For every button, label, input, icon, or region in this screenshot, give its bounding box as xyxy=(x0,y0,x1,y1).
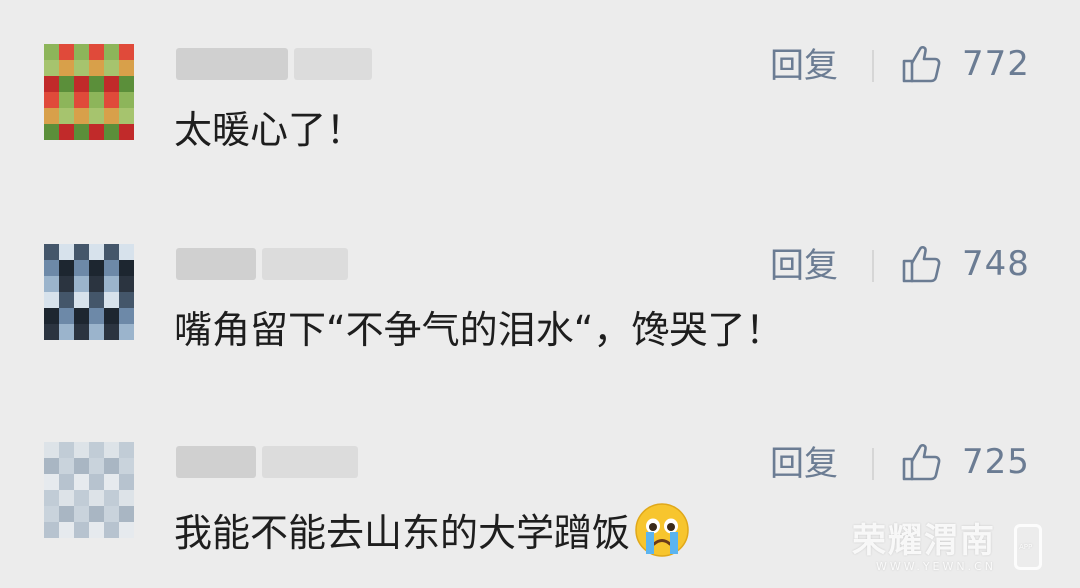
watermark-logo: 荣耀渭南 WWW.YEWN.CN APP xyxy=(852,522,1042,574)
reply-button[interactable]: 回复 xyxy=(770,442,838,486)
watermark-url: WWW.YEWN.CN xyxy=(875,560,996,573)
reply-button[interactable]: 回复 xyxy=(770,244,838,288)
thumbs-up-icon xyxy=(902,245,941,283)
watermark-badge: APP xyxy=(1019,543,1033,551)
comment-text-content: 我能不能去山东的大学蹭饭 xyxy=(174,511,631,555)
thumbs-up-icon xyxy=(902,443,941,481)
like-count: 772 xyxy=(962,44,1030,84)
comment-text: 太暖心了！ xyxy=(174,108,365,152)
like-button[interactable]: 725 xyxy=(900,440,1030,484)
like-button[interactable]: 772 xyxy=(900,42,1030,86)
username-blurred xyxy=(176,446,358,478)
watermark-title: 荣耀渭南 xyxy=(852,521,996,561)
comment-item: 回复 772 太暖心了！ xyxy=(0,0,1080,190)
avatar[interactable] xyxy=(44,44,134,140)
action-divider xyxy=(872,448,874,480)
like-count: 748 xyxy=(962,244,1030,284)
username-blurred xyxy=(176,48,372,80)
like-count: 725 xyxy=(962,442,1030,482)
reply-button[interactable]: 回复 xyxy=(770,44,838,88)
avatar[interactable] xyxy=(44,244,134,340)
thumbs-up-icon xyxy=(902,45,941,83)
comment-text: 嘴角留下“不争气的泪水“，馋哭了！ xyxy=(174,308,784,352)
username-blurred xyxy=(176,248,348,280)
like-button[interactable]: 748 xyxy=(900,242,1030,286)
comment-item: 回复 748 嘴角留下“不争气的泪水“，馋哭了！ xyxy=(0,200,1080,390)
comment-text: 我能不能去山东的大学蹭饭 xyxy=(174,502,690,559)
avatar[interactable] xyxy=(44,442,134,538)
phone-icon: APP xyxy=(1014,524,1042,570)
action-divider xyxy=(872,250,874,282)
crying-face-icon xyxy=(635,503,689,557)
action-divider xyxy=(872,50,874,82)
